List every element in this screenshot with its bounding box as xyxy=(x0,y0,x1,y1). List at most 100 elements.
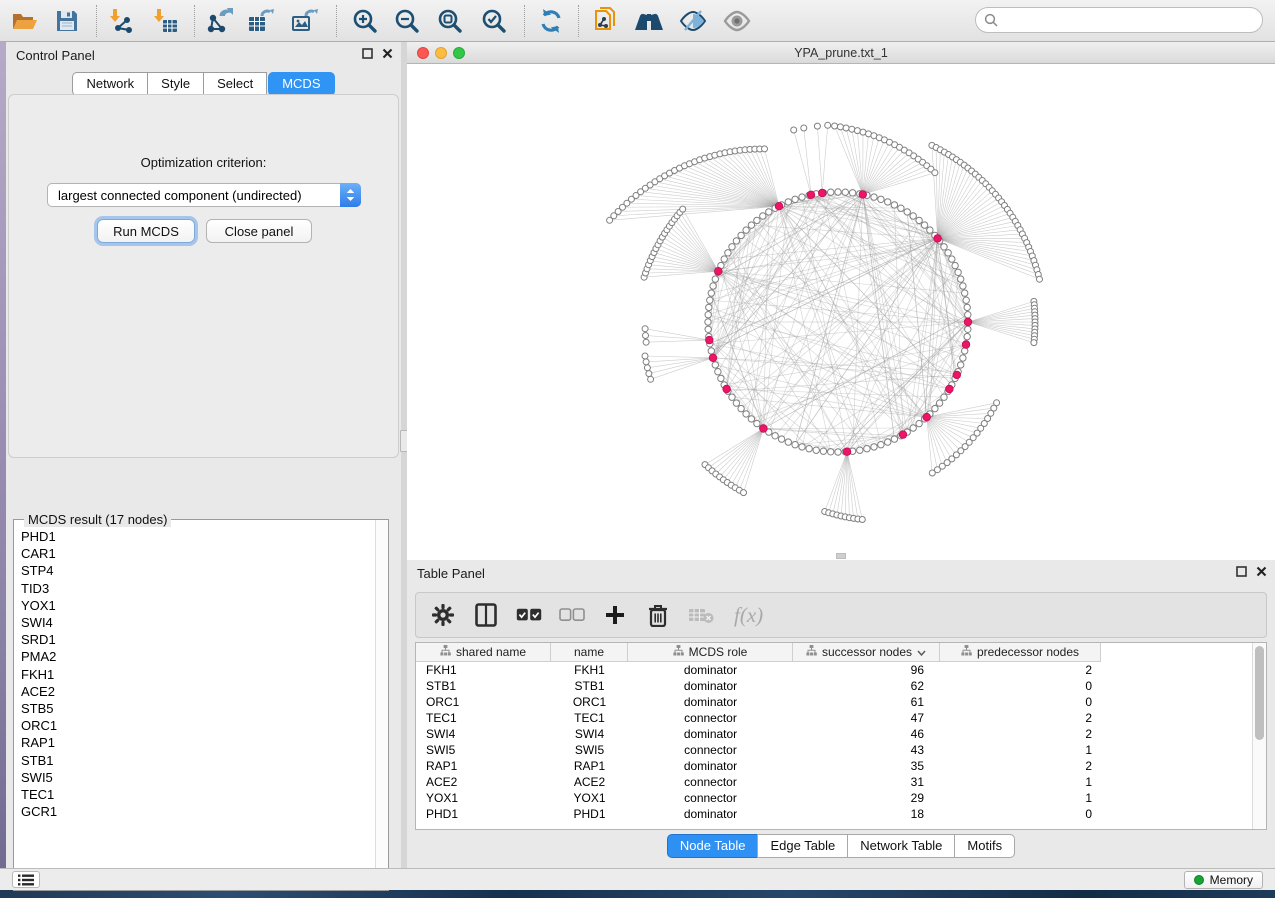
mcds-node-item[interactable]: TEC1 xyxy=(15,786,373,803)
export-table-icon[interactable] xyxy=(244,6,278,36)
zoom-in-icon[interactable] xyxy=(348,6,382,36)
cell-shared-name: SWI5 xyxy=(416,742,551,758)
mcds-node-item[interactable]: FKH1 xyxy=(15,666,373,683)
mcds-node-item[interactable]: STB1 xyxy=(15,751,373,768)
cell-predecessor-nodes: 1 xyxy=(940,774,1101,790)
cell-MCDS-role: dominator xyxy=(628,694,793,710)
optimization-criterion-select[interactable]: largest connected component (undirected) xyxy=(47,183,361,207)
mcds-node-item[interactable]: CAR1 xyxy=(15,545,373,562)
column-header-MCDS-role[interactable]: MCDS role xyxy=(628,643,793,662)
window-minimize-icon[interactable] xyxy=(435,47,447,59)
float-table-panel-icon[interactable] xyxy=(1236,566,1247,577)
main-toolbar xyxy=(0,0,1275,42)
tab-network[interactable]: Network xyxy=(72,72,148,96)
mcds-node-item[interactable]: TID3 xyxy=(15,580,373,597)
memory-button[interactable]: Memory xyxy=(1184,871,1263,889)
close-panel-button[interactable]: Close panel xyxy=(206,219,312,243)
tab-motifs[interactable]: Motifs xyxy=(954,834,1015,858)
table-toolbar: f(x) xyxy=(415,592,1267,638)
add-column-icon[interactable] xyxy=(602,602,628,628)
table-row[interactable]: SWI4SWI4dominator462 xyxy=(416,726,1266,742)
import-network-icon[interactable] xyxy=(104,6,138,36)
mcds-result-list: PHD1CAR1STP4TID3YOX1SWI4SRD1PMA2FKH1ACE2… xyxy=(15,528,373,884)
table-row[interactable]: PHD1PHD1dominator180 xyxy=(416,806,1266,822)
search-field[interactable] xyxy=(1003,13,1243,27)
mcds-node-item[interactable]: ORC1 xyxy=(15,717,373,734)
cell-successor-nodes: 47 xyxy=(793,710,940,726)
close-panel-icon[interactable] xyxy=(382,48,393,59)
network-window-titlebar[interactable]: YPA_prune.txt_1 xyxy=(407,42,1275,64)
tab-edge-table[interactable]: Edge Table xyxy=(757,834,848,858)
zoom-out-icon[interactable] xyxy=(390,6,424,36)
mcds-node-item[interactable]: SRD1 xyxy=(15,631,373,648)
run-mcds-button[interactable]: Run MCDS xyxy=(97,219,195,243)
deselect-all-icon[interactable] xyxy=(559,602,585,628)
mcds-node-item[interactable]: STB5 xyxy=(15,700,373,717)
table-scrollbar-thumb[interactable] xyxy=(1255,646,1264,740)
column-header-successor-nodes[interactable]: successor nodes xyxy=(793,643,940,662)
network-graph[interactable] xyxy=(407,64,1275,560)
cell-MCDS-role: dominator xyxy=(628,758,793,774)
mcds-node-item[interactable]: RAP1 xyxy=(15,734,373,751)
cell-predecessor-nodes: 2 xyxy=(940,758,1101,774)
mcds-node-item[interactable]: PHD1 xyxy=(15,528,373,545)
close-table-panel-icon[interactable] xyxy=(1256,566,1267,577)
save-session-icon[interactable] xyxy=(50,6,84,36)
columns-icon[interactable] xyxy=(473,602,499,628)
zoom-selected-icon[interactable] xyxy=(477,6,511,36)
zoom-fit-icon[interactable] xyxy=(433,6,467,36)
export-image-icon[interactable] xyxy=(288,6,322,36)
mcds-hub-node xyxy=(953,371,961,379)
gear-icon[interactable] xyxy=(430,602,456,628)
window-close-icon[interactable] xyxy=(417,47,429,59)
mcds-hub-node xyxy=(715,267,723,275)
window-zoom-icon[interactable] xyxy=(453,47,465,59)
column-header-shared-name[interactable]: shared name xyxy=(416,643,551,662)
cell-MCDS-role: connector xyxy=(628,774,793,790)
cell-predecessor-nodes: 1 xyxy=(940,790,1101,806)
column-header-name[interactable]: name xyxy=(551,643,628,662)
table-row[interactable]: SWI5SWI5connector431 xyxy=(416,742,1266,758)
hide-panel-icon[interactable] xyxy=(676,6,710,36)
search-network-icon[interactable] xyxy=(632,6,666,36)
import-table-icon[interactable] xyxy=(148,6,182,36)
task-history-button[interactable] xyxy=(12,871,40,888)
table-row[interactable]: TEC1TEC1connector472 xyxy=(416,710,1266,726)
mcds-node-item[interactable]: PMA2 xyxy=(15,648,373,665)
table-body: FKH1FKH1dominator962STB1STB1dominator620… xyxy=(416,662,1266,822)
search-input[interactable] xyxy=(975,7,1263,33)
cell-name: STB1 xyxy=(551,678,628,694)
table-panel-title: Table Panel xyxy=(417,566,485,581)
mcds-node-item[interactable]: SWI4 xyxy=(15,614,373,631)
table-row[interactable]: YOX1YOX1connector291 xyxy=(416,790,1266,806)
table-row[interactable]: STB1STB1dominator620 xyxy=(416,678,1266,694)
open-session-icon[interactable] xyxy=(8,6,42,36)
tab-network-table[interactable]: Network Table xyxy=(847,834,955,858)
delete-column-icon[interactable] xyxy=(645,602,671,628)
tab-select[interactable]: Select xyxy=(203,72,267,96)
mcds-result-scrollbar[interactable] xyxy=(375,520,388,890)
tab-mcds[interactable]: MCDS xyxy=(268,72,334,96)
table-row[interactable]: FKH1FKH1dominator962 xyxy=(416,662,1266,678)
mcds-hub-node xyxy=(899,431,907,439)
delete-table-icon xyxy=(688,602,714,628)
mcds-node-item[interactable]: GCR1 xyxy=(15,803,373,820)
clone-network-icon[interactable] xyxy=(588,6,622,36)
float-panel-icon[interactable] xyxy=(362,48,373,59)
table-scrollbar[interactable] xyxy=(1252,643,1266,829)
mcds-node-item[interactable]: STP4 xyxy=(15,562,373,579)
mcds-node-item[interactable]: ACE2 xyxy=(15,683,373,700)
column-header-predecessor-nodes[interactable]: predecessor nodes xyxy=(940,643,1101,662)
tab-node-table[interactable]: Node Table xyxy=(667,834,759,858)
mcds-node-item[interactable]: YOX1 xyxy=(15,597,373,614)
show-panel-icon[interactable] xyxy=(720,6,754,36)
export-network-icon[interactable] xyxy=(204,6,238,36)
tab-style[interactable]: Style xyxy=(147,72,204,96)
refresh-icon[interactable] xyxy=(534,6,568,36)
table-row[interactable]: ACE2ACE2connector311 xyxy=(416,774,1266,790)
mcds-node-item[interactable]: SWI5 xyxy=(15,769,373,786)
network-split-grip[interactable] xyxy=(836,553,846,559)
table-row[interactable]: RAP1RAP1dominator352 xyxy=(416,758,1266,774)
select-all-icon[interactable] xyxy=(516,602,542,628)
table-row[interactable]: ORC1ORC1dominator610 xyxy=(416,694,1266,710)
